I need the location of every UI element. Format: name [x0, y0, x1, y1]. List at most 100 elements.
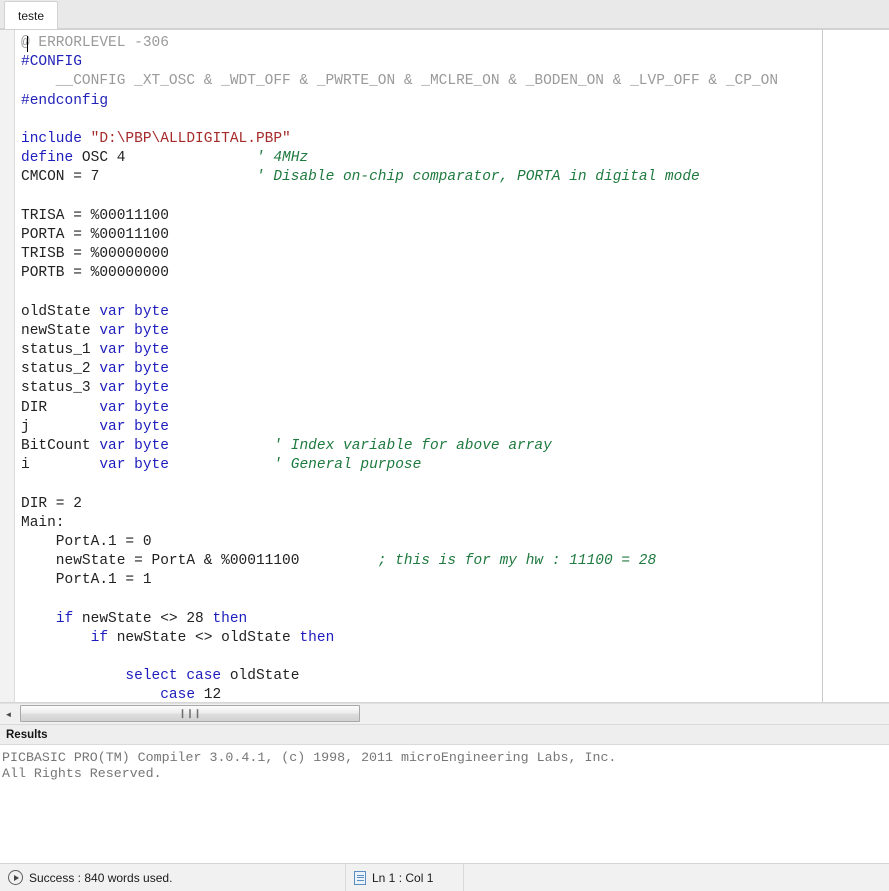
results-output[interactable]: PICBASIC PRO(TM) Compiler 3.0.4.1, (c) 1… [0, 745, 889, 863]
code-token: "D:\PBP\ALLDIGITAL.PBP" [91, 131, 291, 147]
code-token: var byte [99, 400, 169, 416]
results-title: Results [6, 729, 48, 741]
editor-gutter [0, 30, 15, 702]
code-token: PortA.1 = 1 [21, 572, 152, 588]
code-token: TRISA = %00011100 [21, 208, 169, 224]
code-token [21, 630, 91, 646]
code-line: case 12 [21, 686, 889, 703]
code-line: define OSC 4 ' 4MHz [21, 149, 889, 168]
code-token: OSC 4 [82, 150, 256, 166]
editor-tab-strip: teste [0, 0, 889, 30]
code-token: #CONFIG [21, 54, 82, 70]
code-token: TRISB = %00000000 [21, 246, 169, 262]
code-token: oldState [21, 304, 99, 320]
code-line [21, 283, 889, 302]
status-message: Success : 840 words used. [29, 871, 172, 885]
code-line: status_2 var byte [21, 360, 889, 379]
code-line: PortA.1 = 0 [21, 533, 889, 552]
code-editor[interactable]: @ ERRORLEVEL -306 #CONFIG __CONFIG _XT_OS… [0, 30, 889, 703]
code-line: #endconfig [21, 92, 889, 111]
status-spacer [464, 864, 889, 891]
code-token [169, 438, 273, 454]
code-token: var byte [99, 457, 169, 473]
code-token: CMCON = 7 [21, 169, 256, 185]
code-token: include [21, 131, 91, 147]
code-token: case [160, 687, 204, 703]
code-token: newState = PortA & %00011100 [21, 553, 378, 569]
code-line: select case oldState [21, 667, 889, 686]
cursor-position-label: Ln 1 : Col 1 [372, 871, 433, 885]
code-token: @ ERRORLEVEL -306 [21, 35, 169, 51]
results-line: All Rights Reserved. [2, 766, 889, 782]
code-line: if newState <> oldState then [21, 629, 889, 648]
code-token: PortA.1 = 0 [21, 534, 152, 550]
code-line: oldState var byte [21, 303, 889, 322]
status-bar: Success : 840 words used. Ln 1 : Col 1 [0, 863, 889, 891]
code-line: PORTB = %00000000 [21, 264, 889, 283]
tab-label: teste [18, 9, 44, 23]
code-line: PortA.1 = 1 [21, 571, 889, 590]
code-line: j var byte [21, 418, 889, 437]
code-token: var byte [99, 438, 169, 454]
pbp-ide-window: teste @ ERRORLEVEL -306 #CONFIG __CONFIG … [0, 0, 889, 891]
tab-teste[interactable]: teste [4, 1, 58, 29]
code-token [21, 668, 125, 684]
code-token: #endconfig [21, 93, 108, 109]
code-line: status_1 var byte [21, 341, 889, 360]
code-token: ' General purpose [273, 457, 421, 473]
code-token: 12 [204, 687, 221, 703]
code-token: ' Index variable for above array [273, 438, 551, 454]
code-token [169, 457, 273, 473]
code-token: DIR = 2 [21, 496, 82, 512]
code-line [21, 590, 889, 609]
code-line: @ ERRORLEVEL -306 [21, 34, 889, 53]
code-line: CMCON = 7 ' Disable on-chip comparator, … [21, 168, 889, 187]
code-token: define [21, 150, 82, 166]
scrollbar-grip-icon: ❙❙❙ [179, 709, 202, 718]
code-token: var byte [99, 342, 169, 358]
editor-code-area[interactable]: @ ERRORLEVEL -306 #CONFIG __CONFIG _XT_OS… [15, 30, 889, 702]
code-line [21, 648, 889, 667]
code-token: then [212, 611, 247, 627]
code-token: status_3 [21, 380, 99, 396]
code-token: then [299, 630, 334, 646]
document-icon [354, 871, 366, 885]
code-token: j [21, 419, 99, 435]
code-token: i [21, 457, 99, 473]
code-token: if [56, 611, 82, 627]
results-line: PICBASIC PRO(TM) Compiler 3.0.4.1, (c) 1… [2, 750, 889, 766]
status-compile-result[interactable]: Success : 840 words used. [0, 864, 346, 891]
code-line: newState var byte [21, 322, 889, 341]
code-token: status_2 [21, 361, 99, 377]
code-token: status_1 [21, 342, 99, 358]
code-token: var byte [99, 323, 169, 339]
code-line: status_3 var byte [21, 379, 889, 398]
results-panel-header: Results [0, 725, 889, 745]
code-line [21, 111, 889, 130]
code-line: Main: [21, 514, 889, 533]
code-token: newState <> oldState [117, 630, 300, 646]
code-token: ; this is for my hw : 11100 = 28 [378, 553, 656, 569]
status-cursor-position[interactable]: Ln 1 : Col 1 [346, 864, 464, 891]
code-token: BitCount [21, 438, 99, 454]
scroll-left-arrow-icon[interactable]: ◄ [0, 705, 17, 723]
code-token: var byte [99, 419, 169, 435]
code-token: PORTB = %00000000 [21, 265, 169, 281]
code-line: PORTA = %00011100 [21, 226, 889, 245]
code-token: newState <> 28 [82, 611, 213, 627]
code-line: TRISB = %00000000 [21, 245, 889, 264]
code-token [21, 687, 160, 703]
editor-horizontal-scrollbar[interactable]: ◄ ❙❙❙ [0, 703, 889, 725]
code-line: i var byte ' General purpose [21, 456, 889, 475]
code-line: DIR var byte [21, 399, 889, 418]
code-line: DIR = 2 [21, 495, 889, 514]
code-token: var byte [99, 361, 169, 377]
scrollbar-thumb[interactable]: ❙❙❙ [20, 705, 360, 722]
code-line: newState = PortA & %00011100 ; this is f… [21, 552, 889, 571]
play-circle-icon [8, 870, 23, 885]
code-token: DIR [21, 400, 99, 416]
code-token: __CONFIG _XT_OSC & _WDT_OFF & _PWRTE_ON … [21, 73, 778, 89]
code-token: newState [21, 323, 99, 339]
code-token: oldState [230, 668, 300, 684]
code-token: PORTA = %00011100 [21, 227, 169, 243]
